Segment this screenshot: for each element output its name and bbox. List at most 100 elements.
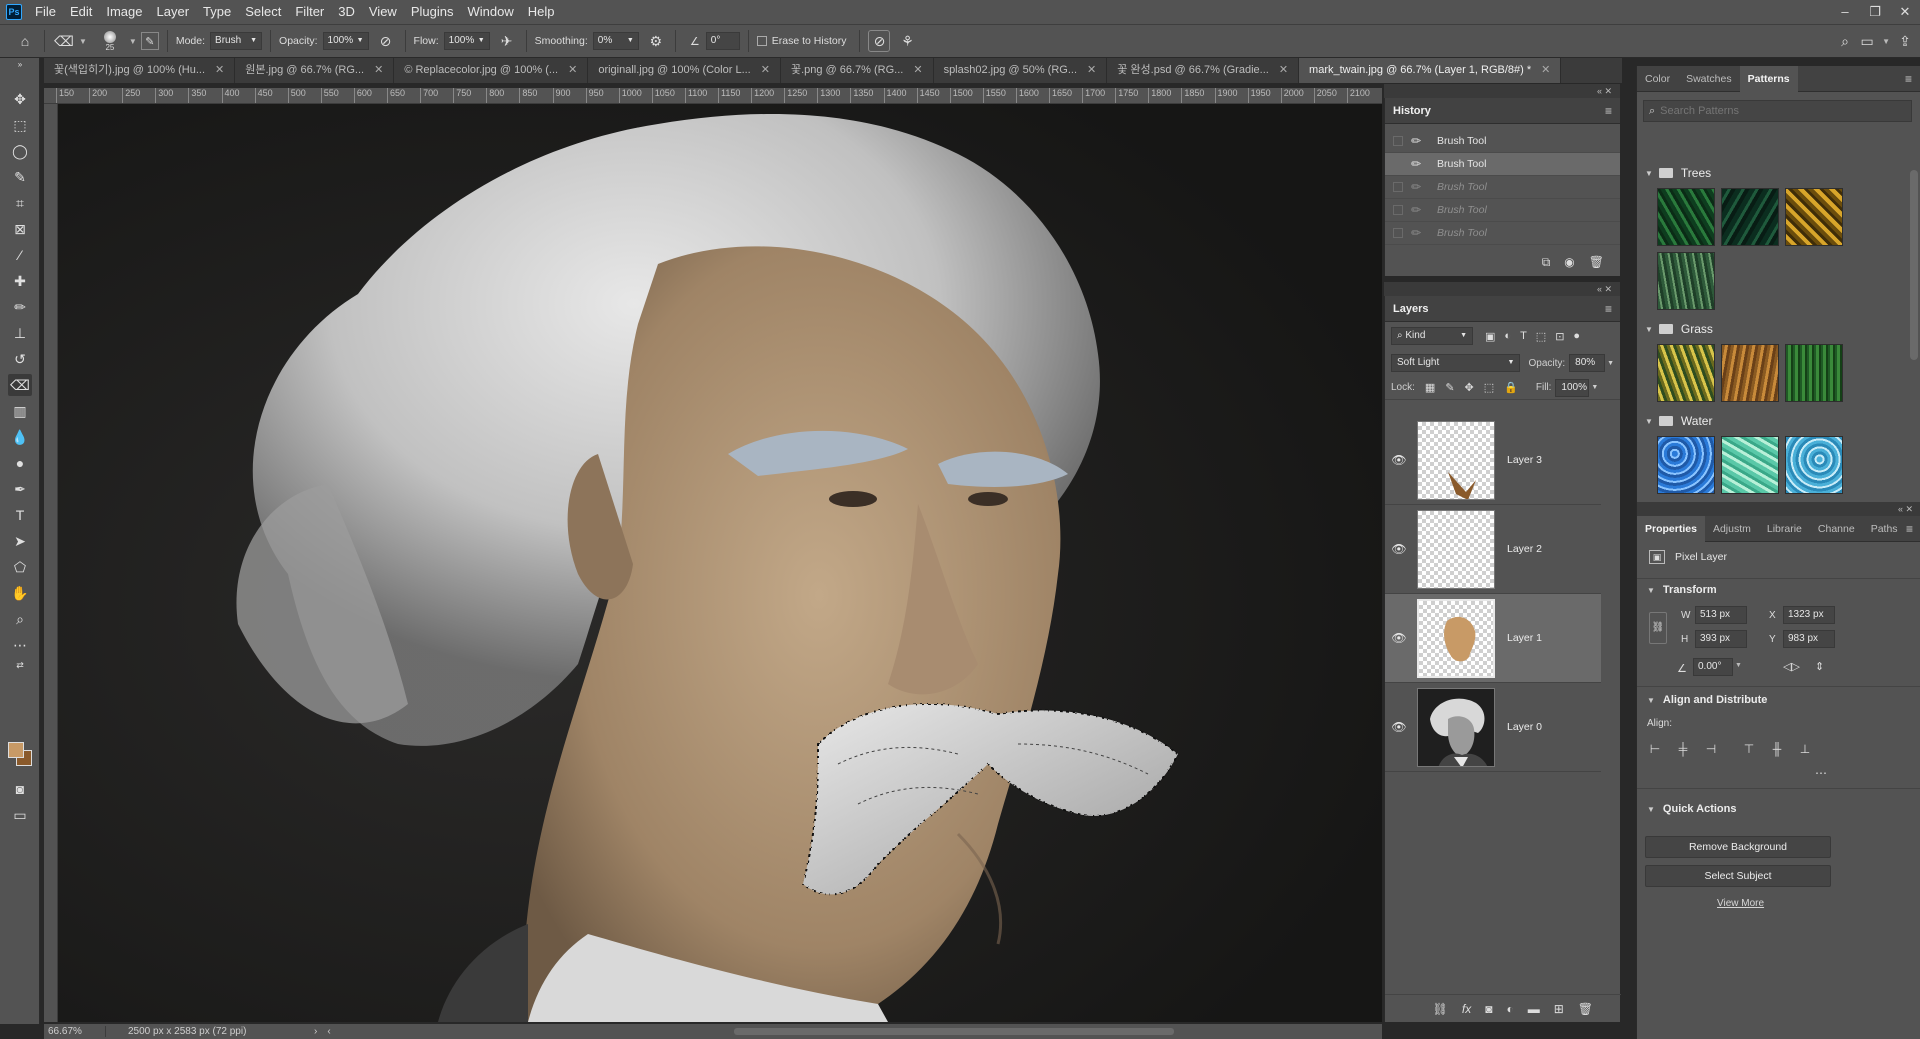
flip-horizontal-icon[interactable]: ◁▷ [1783, 660, 1800, 673]
lock-image-icon[interactable]: ✎ [1445, 381, 1454, 394]
layer-name[interactable]: Layer 3 [1507, 454, 1542, 466]
swap-colors-icon[interactable]: ⇄ [8, 658, 32, 672]
pattern-group-trees[interactable]: ▼ Trees [1637, 162, 1907, 184]
collapse-panel-icon[interactable]: « ✕ [1637, 502, 1920, 516]
lock-position-icon[interactable]: ✥ [1465, 381, 1474, 394]
flip-vertical-icon[interactable]: ⇕ [1815, 660, 1824, 673]
fill-input[interactable]: 100% [1555, 378, 1590, 397]
angle-input[interactable]: 0° [705, 32, 740, 50]
menu-select[interactable]: Select [238, 0, 288, 24]
select-subject-button[interactable]: Select Subject [1645, 865, 1831, 887]
workspace-icon[interactable]: ▭ [1856, 30, 1878, 52]
fx-icon[interactable]: fx [1462, 1002, 1471, 1016]
close-icon[interactable]: ✕ [1541, 58, 1550, 83]
collapse-panel-icon[interactable]: « ✕ [1384, 84, 1620, 98]
menu-edit[interactable]: Edit [63, 0, 99, 24]
chevron-down-icon[interactable]: ▼ [1607, 360, 1614, 367]
layer-row[interactable]: 👁 Layer 3 [1385, 416, 1601, 505]
align-vertical-center-icon[interactable]: ╫ [1769, 742, 1785, 756]
blur-tool-icon[interactable]: 💧 [8, 426, 32, 448]
document-tab[interactable]: splash02.jpg @ 50% (RG... ✕ [934, 58, 1108, 83]
menu-image[interactable]: Image [99, 0, 149, 24]
close-icon[interactable]: ✕ [374, 58, 383, 83]
kind-filter-select[interactable]: ⌕ Kind ▼ [1391, 327, 1473, 345]
align-horizontal-center-icon[interactable]: ╪ [1675, 742, 1691, 756]
chevron-down-icon[interactable]: ▼ [1882, 37, 1890, 46]
path-selection-tool-icon[interactable]: ➤ [8, 530, 32, 552]
trash-icon[interactable]: 🗑 [1578, 1002, 1593, 1016]
horizontal-scrollbar[interactable] [734, 1028, 1174, 1035]
trash-icon[interactable]: 🗑 [1589, 255, 1604, 270]
scroll-left-icon[interactable]: ‹ [327, 1026, 330, 1037]
history-brush-tool-icon[interactable]: ↺ [8, 348, 32, 370]
adjustment-filter-icon[interactable]: ◐ [1504, 330, 1511, 343]
layer-row[interactable]: 👁 Layer 2 [1385, 505, 1601, 594]
camera-icon[interactable]: ◉ [1564, 255, 1574, 270]
healing-brush-tool-icon[interactable]: ✚ [8, 270, 32, 292]
opacity-input[interactable]: 100% ▼ [322, 32, 369, 50]
pattern-swatch[interactable] [1657, 188, 1715, 246]
history-item[interactable]: ✏ Brush Tool [1385, 176, 1620, 199]
history-item[interactable]: ✏ Brush Tool [1385, 153, 1620, 176]
frame-tool-icon[interactable]: ⊠ [8, 218, 32, 240]
crop-tool-icon[interactable]: ⌗ [8, 192, 32, 214]
close-icon[interactable]: ✕ [1279, 58, 1288, 83]
eraser-tool-icon[interactable]: ⌫ [8, 374, 32, 396]
document-canvas[interactable] [58, 104, 1382, 1022]
align-left-icon[interactable]: ⊢ [1647, 742, 1663, 756]
layer-row[interactable]: 👁 Layer 0 [1385, 683, 1601, 772]
new-group-icon[interactable]: ▬ [1528, 1002, 1540, 1016]
history-checkbox[interactable] [1393, 182, 1403, 192]
chevron-down-icon[interactable]: ▼ [79, 37, 87, 46]
eye-visibility-icon[interactable]: 👁 [1385, 453, 1413, 467]
align-distribute-section[interactable]: ▼ Align and Distribute [1647, 694, 1767, 706]
brush-preset-picker[interactable]: 25 [95, 26, 125, 56]
smoothing-input[interactable]: 0% ▼ [592, 32, 639, 50]
tab-libraries[interactable]: Librarie [1759, 516, 1810, 542]
align-right-icon[interactable]: ⊣ [1703, 742, 1719, 756]
pattern-swatch[interactable] [1721, 344, 1779, 402]
history-item[interactable]: ✏ Brush Tool [1385, 222, 1620, 245]
eye-visibility-icon[interactable]: 👁 [1385, 542, 1413, 556]
filter-toggle-icon[interactable]: ● [1573, 330, 1580, 343]
menu-file[interactable]: File [28, 0, 63, 24]
gradient-tool-icon[interactable]: ▥ [8, 400, 32, 422]
search-icon[interactable]: ⌕ [1834, 30, 1856, 52]
eraser-tool-icon[interactable]: ⌫ [53, 30, 75, 52]
layer-name[interactable]: Layer 2 [1507, 543, 1542, 555]
eye-visibility-icon[interactable]: 👁 [1385, 720, 1413, 734]
align-top-icon[interactable]: ⊤ [1741, 742, 1757, 756]
quick-actions-section[interactable]: ▼ Quick Actions [1647, 803, 1736, 815]
lock-transparent-icon[interactable]: ▦ [1425, 381, 1435, 394]
adjustment-layer-icon[interactable]: ◐ [1506, 1002, 1513, 1016]
lock-artboard-icon[interactable]: ⬚ [1484, 381, 1494, 394]
pattern-group-grass[interactable]: ▼ Grass [1637, 318, 1907, 340]
zoom-tool-icon[interactable]: ⌕ [8, 608, 32, 630]
pattern-group-water[interactable]: ▼ Water [1637, 410, 1907, 432]
brush-tool-icon[interactable]: ✏ [8, 296, 32, 318]
history-checkbox[interactable] [1393, 205, 1403, 215]
view-more-link[interactable]: View More [1717, 898, 1764, 909]
add-mask-icon[interactable]: ◙ [1485, 1002, 1492, 1016]
close-icon[interactable]: ✕ [1890, 4, 1920, 20]
history-item[interactable]: ✏ Brush Tool [1385, 130, 1620, 153]
menu-filter[interactable]: Filter [288, 0, 331, 24]
blend-mode-select[interactable]: Soft Light ▼ [1391, 354, 1521, 372]
link-dimensions-icon[interactable]: ⛓ [1649, 612, 1667, 644]
close-icon[interactable]: ✕ [215, 58, 224, 83]
pressure-size-icon[interactable]: ⊘ [868, 30, 891, 52]
menu-view[interactable]: View [362, 0, 404, 24]
menu-layer[interactable]: Layer [150, 0, 197, 24]
history-checkbox[interactable] [1393, 136, 1403, 146]
symmetry-icon[interactable]: ⚘ [896, 30, 918, 52]
new-document-from-state-icon[interactable]: ⧉ [1542, 255, 1551, 270]
document-tab[interactable]: 꽃 완성.psd @ 66.7% (Gradie... ✕ [1107, 58, 1300, 83]
layers-tab[interactable]: Layers [1393, 303, 1428, 315]
screen-mode-icon[interactable]: ▭ [8, 804, 32, 826]
airbrush-icon[interactable]: ✈ [496, 30, 518, 52]
flow-input[interactable]: 100% ▼ [443, 32, 490, 50]
more-options-icon[interactable]: ⋯ [1815, 766, 1827, 780]
foreground-color-swatch[interactable] [8, 742, 24, 758]
erase-history-checkbox[interactable] [756, 36, 767, 46]
collapse-toolbar-icon[interactable]: » [8, 60, 32, 69]
